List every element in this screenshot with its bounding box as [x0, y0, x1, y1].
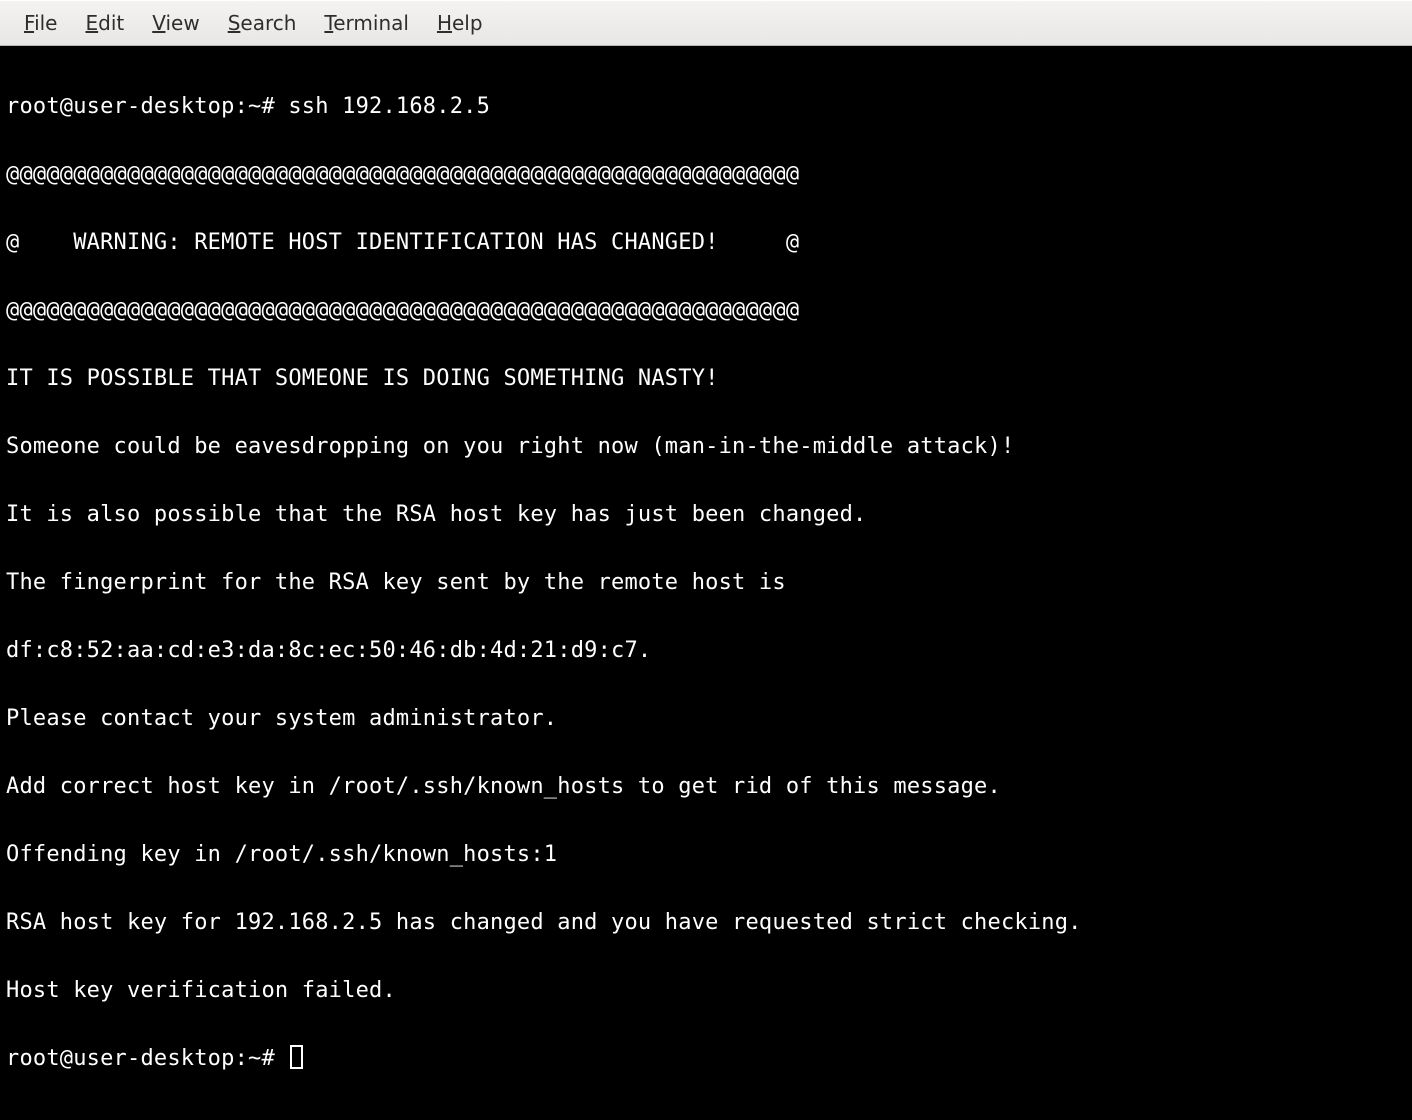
prompt-line-1: root@user-desktop:~# ssh 192.168.2.5 [6, 90, 1406, 124]
terminal-output[interactable]: root@user-desktop:~# ssh 192.168.2.5 @@@… [0, 46, 1412, 1120]
output-line: Host key verification failed. [6, 974, 1406, 1008]
output-line: It is also possible that the RSA host ke… [6, 498, 1406, 532]
menubar: File Edit View Search Terminal Help [0, 0, 1412, 46]
command-text: ssh 192.168.2.5 [288, 94, 490, 119]
output-line: Someone could be eavesdropping on you ri… [6, 430, 1406, 464]
prompt-text: root@user-desktop:~# [6, 1046, 288, 1071]
output-line: The fingerprint for the RSA key sent by … [6, 566, 1406, 600]
cursor-icon [290, 1045, 303, 1069]
output-line: Please contact your system administrator… [6, 702, 1406, 736]
prompt-line-2: root@user-desktop:~# [6, 1042, 1406, 1076]
menu-terminal[interactable]: Terminal [310, 7, 423, 39]
menu-view[interactable]: View [138, 7, 213, 39]
menu-help[interactable]: Help [423, 7, 497, 39]
output-line: Offending key in /root/.ssh/known_hosts:… [6, 838, 1406, 872]
prompt-text: root@user-desktop:~# [6, 94, 288, 119]
warning-border-top: @@@@@@@@@@@@@@@@@@@@@@@@@@@@@@@@@@@@@@@@… [6, 158, 1406, 192]
menu-file[interactable]: File [10, 7, 71, 39]
output-line: RSA host key for 192.168.2.5 has changed… [6, 906, 1406, 940]
output-line: IT IS POSSIBLE THAT SOMEONE IS DOING SOM… [6, 362, 1406, 396]
output-line: df:c8:52:aa:cd:e3:da:8c:ec:50:46:db:4d:2… [6, 634, 1406, 668]
menu-edit[interactable]: Edit [71, 7, 138, 39]
menu-search[interactable]: Search [214, 7, 311, 39]
warning-border-bottom: @@@@@@@@@@@@@@@@@@@@@@@@@@@@@@@@@@@@@@@@… [6, 294, 1406, 328]
warning-title: @ WARNING: REMOTE HOST IDENTIFICATION HA… [6, 226, 1406, 260]
output-line: Add correct host key in /root/.ssh/known… [6, 770, 1406, 804]
